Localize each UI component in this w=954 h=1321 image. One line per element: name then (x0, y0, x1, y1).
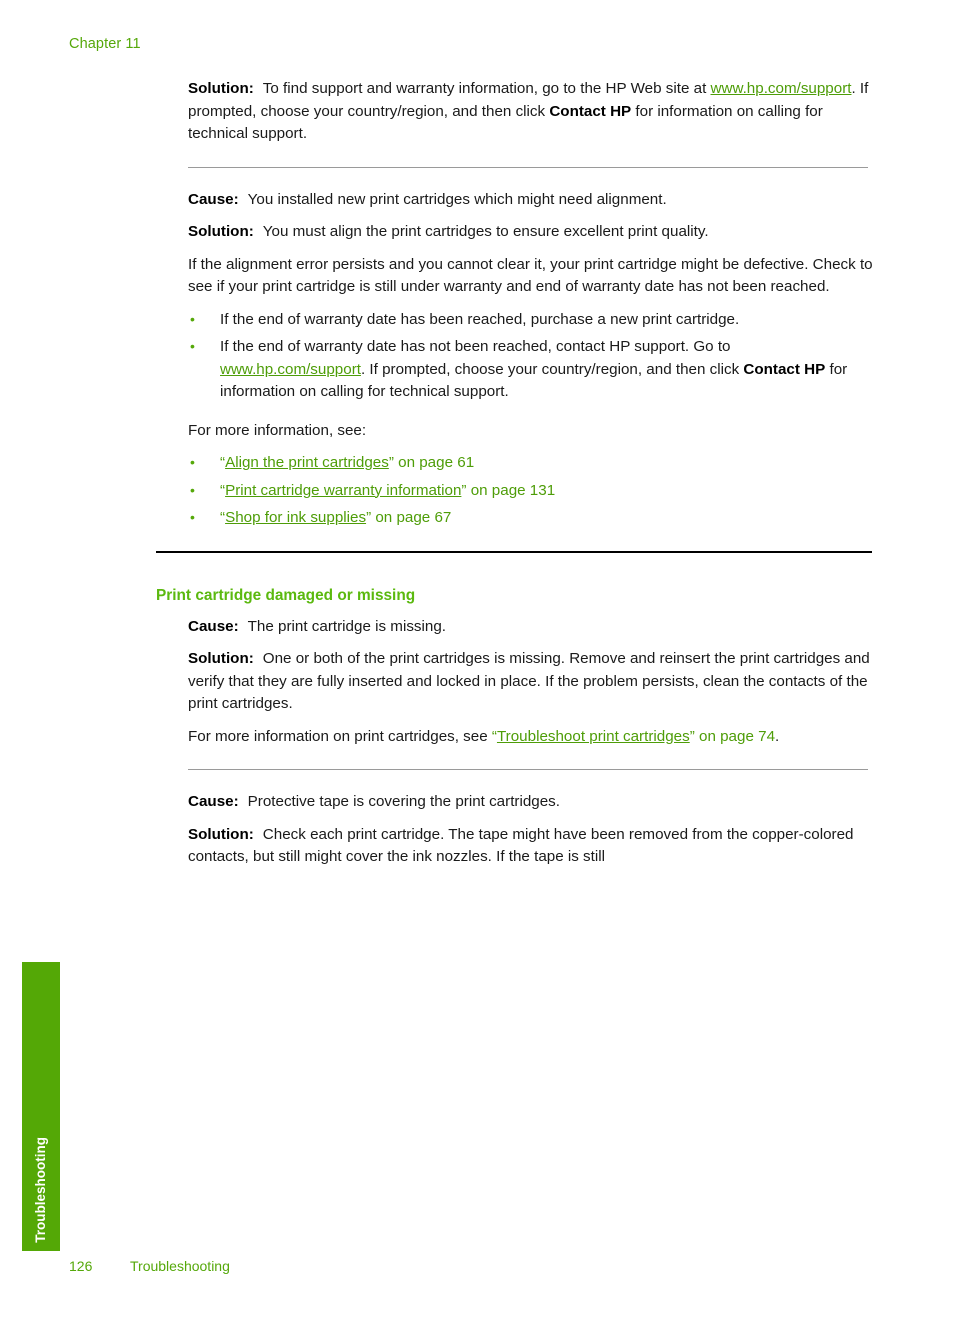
more-info-cartridges: For more information on print cartridges… (188, 726, 874, 749)
cross-reference-list: “Align the print cartridges” on page 61 … (188, 451, 874, 530)
contact-hp-bold: Contact HP (549, 102, 632, 120)
page-content: Solution: To find support and warranty in… (156, 78, 874, 869)
sentence-period: . (775, 727, 780, 745)
side-tab: Troubleshooting (22, 962, 60, 1251)
list-item: “Print cartridge warranty information” o… (188, 479, 874, 503)
xref-page-ref: on page 131 (466, 481, 556, 499)
page-title: Print cartridge damaged or missing (156, 586, 416, 604)
warranty-bullet-2-text-b: . If prompted, choose your country/regio… (360, 360, 744, 378)
solution-block-1: Solution: To find support and warranty in… (188, 78, 874, 146)
solution-text: One or both of the print cartridges is m… (188, 650, 870, 712)
xref-page-ref: on page 67 (371, 509, 452, 526)
solution-label: Solution: (188, 650, 254, 667)
list-item: If the end of warranty date has not been… (188, 335, 874, 404)
solution-text: Check each print cartridge. The tape mig… (188, 825, 854, 866)
footer-page-number: 126 (69, 1258, 93, 1274)
xref-page-ref: on page 61 (393, 454, 475, 471)
solution-text-a: To find support and warranty information… (262, 80, 711, 97)
cause-label: Cause: (188, 617, 239, 635)
hp-support-link[interactable]: www.hp.com/support (711, 80, 852, 97)
cause-text: The print cartridge is missing. (247, 617, 447, 635)
side-tab-label: Troubleshooting (33, 1137, 48, 1243)
xref-link-align-cartridges[interactable]: Align the print cartridges (225, 454, 389, 471)
solution-block-3: Solution: One or both of the print cartri… (188, 648, 874, 716)
chapter-header: Chapter 11 (69, 36, 141, 52)
xref-page-ref: on page 74 (694, 727, 776, 745)
cause-block-3: Cause: Protective tape is covering the pr… (188, 791, 874, 814)
alignment-paragraph: If the alignment error persists and you … (188, 255, 873, 296)
xref-link-troubleshoot-cartridges[interactable]: Troubleshoot print cartridges (497, 728, 690, 745)
list-item: “Shop for ink supplies” on page 67 (188, 506, 874, 530)
solution-label: Solution: (188, 223, 254, 240)
solution-block-2: Solution: You must align the print cartri… (188, 221, 874, 244)
solution-label: Solution: (188, 80, 254, 97)
xref-link-warranty-info[interactable]: Print cartridge warranty information (225, 482, 461, 499)
footer-section-name: Troubleshooting (130, 1258, 230, 1274)
page-footer: 126 Troubleshooting (69, 1258, 230, 1274)
cause-text: You installed new print cartridges which… (247, 190, 667, 208)
warranty-bullet-2-text-a: If the end of warranty date has not been… (220, 338, 731, 355)
hp-support-link[interactable]: www.hp.com/support (220, 361, 361, 378)
cause-block-2: Cause: The print cartridge is missing. (188, 616, 874, 639)
cause-text: Protective tape is covering the print ca… (247, 793, 560, 810)
more-info-lead: For more information, see: (188, 421, 367, 439)
list-item: If the end of warranty date has been rea… (188, 308, 874, 332)
more-info-text: For more information on print cartridges… (188, 727, 492, 745)
list-item: “Align the print cartridges” on page 61 (188, 451, 874, 475)
cause-label: Cause: (188, 793, 239, 810)
solution-label: Solution: (188, 825, 254, 843)
solution-text: You must align the print cartridges to e… (262, 223, 709, 240)
cause-block-1: Cause: You installed new print cartridges… (188, 189, 874, 212)
xref-link-shop-ink[interactable]: Shop for ink supplies (225, 509, 366, 526)
warranty-bullet-list: If the end of warranty date has been rea… (188, 308, 874, 404)
contact-hp-bold: Contact HP (743, 360, 826, 378)
solution-block-4: Solution: Check each print cartridge. The… (188, 824, 874, 869)
warranty-bullet-1-text: If the end of warranty date has been rea… (220, 310, 740, 328)
cause-label: Cause: (188, 190, 239, 208)
